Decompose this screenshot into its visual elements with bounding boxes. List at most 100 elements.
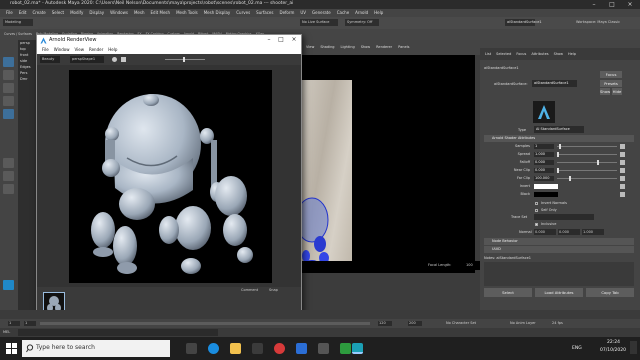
self-only-checkbox[interactable] xyxy=(535,209,538,212)
focus-button[interactable]: Focus xyxy=(600,71,622,78)
menu-arnold[interactable]: Arnold xyxy=(355,9,368,17)
time-slider[interactable] xyxy=(0,310,640,319)
layout-two-icon[interactable] xyxy=(3,171,14,181)
range-bar[interactable] xyxy=(40,322,370,325)
type-dropdown[interactable]: AI StandardSurface xyxy=(534,126,584,133)
renderview-menu-item[interactable]: Render xyxy=(89,46,103,54)
attr-tab[interactable]: List xyxy=(485,48,491,60)
render-canvas[interactable] xyxy=(37,65,301,287)
app-icon[interactable] xyxy=(318,343,329,354)
map-button-icon[interactable] xyxy=(620,160,625,165)
attr-tab[interactable]: Attributes xyxy=(531,48,548,60)
map-button-icon[interactable] xyxy=(620,144,625,149)
normal-x-field[interactable]: 0.000 xyxy=(534,229,556,235)
word-icon[interactable] xyxy=(296,343,307,354)
attr-tab[interactable]: Show xyxy=(554,48,563,60)
move-tool-icon[interactable] xyxy=(3,96,14,106)
section-arnold-attributes[interactable]: Arnold Shader Attributes xyxy=(484,135,634,142)
attr-row-slider-knob[interactable] xyxy=(559,144,561,149)
viewport-menu-item[interactable]: Renderer xyxy=(376,40,392,55)
map-button-icon[interactable] xyxy=(620,176,625,181)
attr-row-slider[interactable] xyxy=(557,146,617,147)
viewport-menu-item[interactable]: Shading xyxy=(320,40,334,55)
menu-curves[interactable]: Curves xyxy=(236,9,250,17)
clock-time[interactable]: 22:24 xyxy=(607,340,620,345)
attribute-node-tab[interactable]: aiStandardSurface1 xyxy=(505,19,542,26)
character-set[interactable]: No Character Set xyxy=(446,321,476,325)
anim-layer[interactable]: No Anim Layer xyxy=(510,321,536,325)
attr-tab[interactable]: Focus xyxy=(516,48,526,60)
trace-set-field[interactable] xyxy=(534,214,594,220)
attr-row-value[interactable]: 0.000 xyxy=(534,168,554,173)
attr-row-slider-knob[interactable] xyxy=(597,160,599,165)
range-end-field[interactable]: 120 xyxy=(378,321,392,326)
exposure-slider-knob[interactable] xyxy=(183,57,185,62)
menu-edit-mesh[interactable]: Edit Mesh xyxy=(151,9,171,17)
range-max-field[interactable]: 200 xyxy=(408,321,422,326)
map-button-icon[interactable] xyxy=(620,192,625,197)
attr-row-slider[interactable] xyxy=(557,162,617,163)
select-tool-icon[interactable] xyxy=(3,57,14,67)
renderview-menu-item[interactable]: View xyxy=(74,46,84,54)
menu-mesh-tools[interactable]: Mesh Tools xyxy=(176,9,198,17)
chrome-icon[interactable] xyxy=(274,343,285,354)
attr-row-slider[interactable] xyxy=(557,154,617,155)
menu-windows[interactable]: Windows xyxy=(110,9,128,17)
menu-cache[interactable]: Cache xyxy=(337,9,349,17)
menu-surfaces[interactable]: Surfaces xyxy=(256,9,273,17)
menu-generate[interactable]: Generate xyxy=(312,9,331,17)
render-start-icon[interactable] xyxy=(112,57,117,62)
attr-row-slider-knob[interactable] xyxy=(569,176,571,181)
section-node-behavior[interactable]: Node Behavior xyxy=(484,238,634,245)
attr-row-value[interactable] xyxy=(534,184,558,189)
symmetry-menu[interactable]: Symmetry: Off xyxy=(345,19,379,26)
viewport-menu-item[interactable]: Panels xyxy=(398,40,409,55)
language-indicator[interactable]: ENG xyxy=(572,346,582,351)
attr-row-value[interactable]: 1 xyxy=(534,144,554,149)
range-start-field[interactable]: 1 xyxy=(8,321,20,326)
menu-mesh-display[interactable]: Mesh Display xyxy=(204,9,231,17)
renderview-minimize-button[interactable]: – xyxy=(263,36,275,43)
menu-deform[interactable]: Deform xyxy=(279,9,294,17)
render-stop-icon[interactable] xyxy=(121,57,126,62)
maximize-button[interactable]: □ xyxy=(604,0,620,9)
menu-create[interactable]: Create xyxy=(32,9,45,17)
clock-date[interactable]: 07/10/2020 xyxy=(600,348,626,353)
menu-select[interactable]: Select xyxy=(52,9,64,17)
copy-tab-button[interactable]: Copy Tab xyxy=(586,288,634,297)
excel-icon[interactable] xyxy=(340,343,351,354)
fps-menu[interactable]: 24 fps xyxy=(552,321,563,325)
map-button-icon[interactable] xyxy=(620,184,625,189)
attr-row-value[interactable]: 0.000 xyxy=(534,160,554,165)
renderview-menu-item[interactable]: Window xyxy=(54,46,70,54)
menu-uv[interactable]: UV xyxy=(300,9,306,17)
camera-dropdown[interactable]: perspShape1 xyxy=(70,56,104,63)
presets-button[interactable]: Presets xyxy=(600,80,622,87)
select-button[interactable]: Select xyxy=(484,288,532,297)
show-button[interactable]: Show xyxy=(600,88,610,95)
exposure-slider[interactable] xyxy=(165,59,205,60)
taskbar-search[interactable]: Type here to search xyxy=(22,340,170,357)
shelf-tab[interactable]: Curves / Surfaces xyxy=(4,29,32,40)
menu-file[interactable]: File xyxy=(6,9,13,17)
layout-four-icon[interactable] xyxy=(3,184,14,194)
minimize-button[interactable]: – xyxy=(586,0,602,9)
rotate-tool-icon[interactable] xyxy=(3,109,14,119)
aov-dropdown[interactable]: Beauty xyxy=(40,56,60,63)
menu-modify[interactable]: Modify xyxy=(70,9,83,17)
node-tab-label[interactable]: aiStandardSurface1 xyxy=(484,66,519,70)
range-current-field[interactable]: 1 xyxy=(24,321,36,326)
task-view-icon[interactable] xyxy=(186,343,197,354)
renderview-menu-item[interactable]: File xyxy=(42,46,49,54)
renderview-menu-item[interactable]: Help xyxy=(108,46,117,54)
renderview-maximize-button[interactable]: □ xyxy=(275,36,287,43)
renderview-close-button[interactable]: × xyxy=(288,36,300,43)
attr-row-value[interactable]: 1.000 xyxy=(534,152,554,157)
edge-icon[interactable] xyxy=(208,343,219,354)
map-button-icon[interactable] xyxy=(620,152,625,157)
viewport-menu-item[interactable]: Show xyxy=(361,40,370,55)
mel-label[interactable]: MEL xyxy=(3,330,10,334)
load-attributes-button[interactable]: Load Attributes xyxy=(535,288,583,297)
menu-display[interactable]: Display xyxy=(89,9,104,17)
attr-tab[interactable]: Help xyxy=(568,48,576,60)
